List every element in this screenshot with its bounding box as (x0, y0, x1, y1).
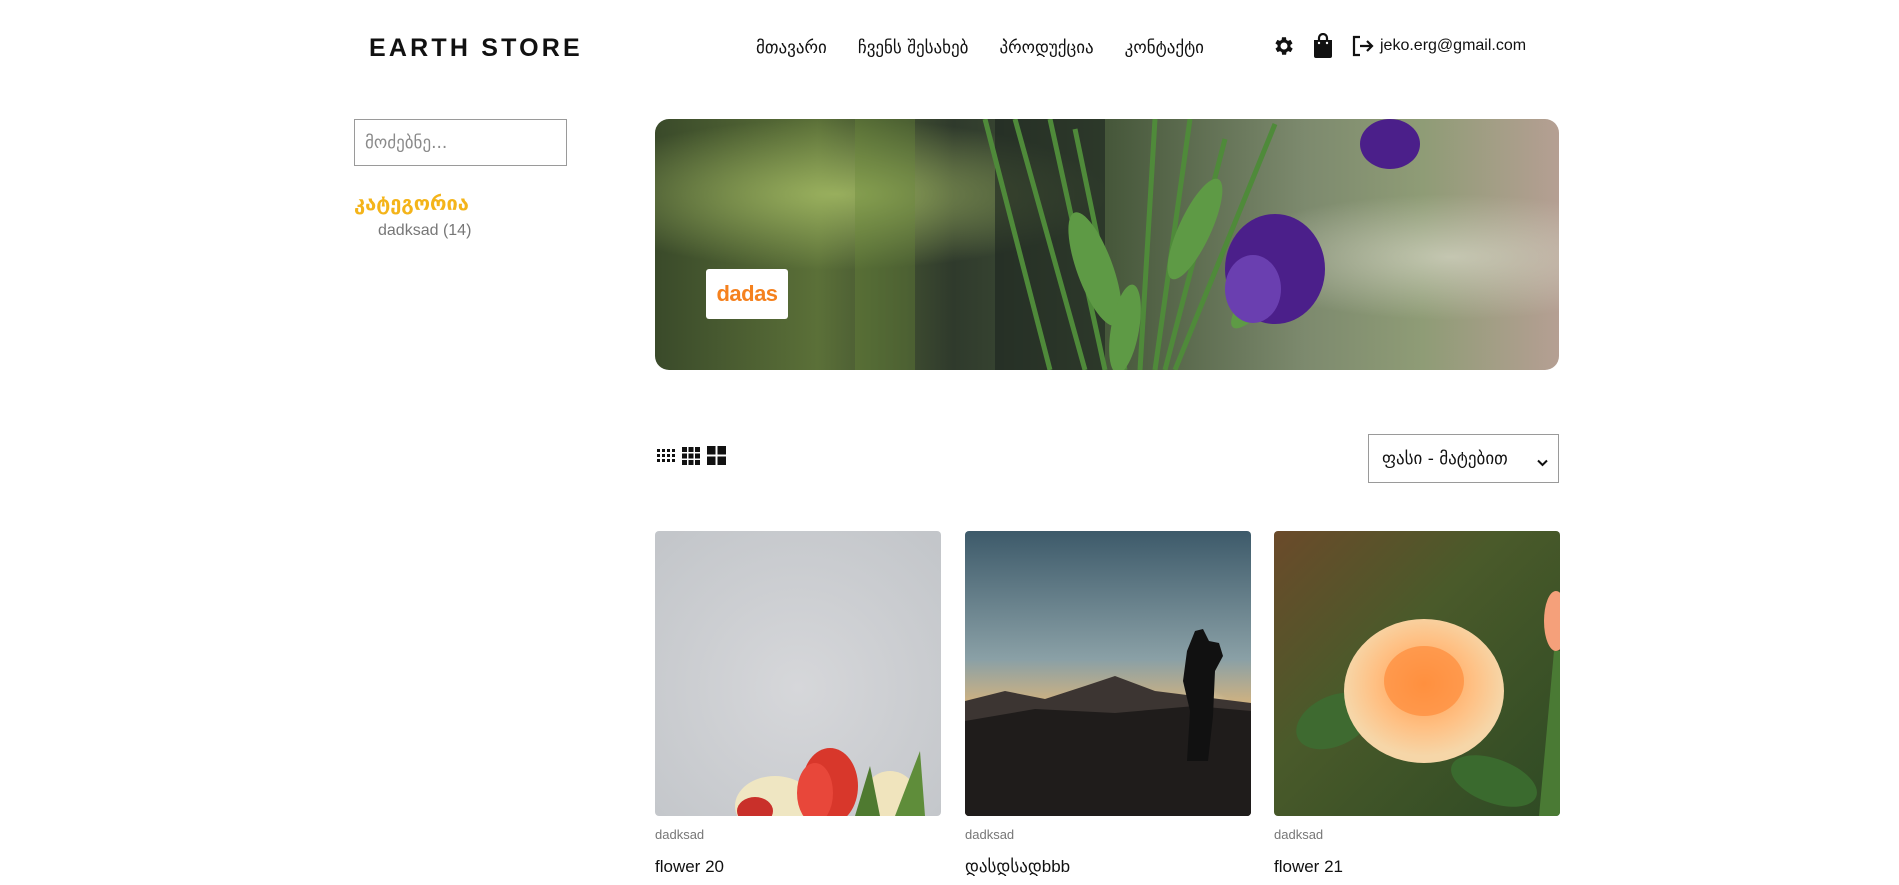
gear-icon[interactable] (1270, 33, 1296, 59)
product-name[interactable]: flower 20 (655, 857, 941, 877)
nav-products[interactable]: პროდუქცია (999, 38, 1093, 58)
product-category: dadksad (1274, 827, 1324, 842)
logout-icon[interactable] (1350, 33, 1376, 59)
search-input[interactable] (354, 119, 567, 166)
product-card[interactable]: dadksad flower 20 (655, 531, 941, 877)
hero-banner: dadas (655, 119, 1559, 370)
user-email[interactable]: jeko.erg@gmail.com (1380, 37, 1526, 55)
sort-select-value: ფასი - მატებით (1382, 448, 1508, 469)
grid-4-icon[interactable] (657, 448, 675, 468)
product-card[interactable]: dadksad დასდსადbbb (965, 531, 1251, 877)
category-title: კატეგორია (354, 191, 469, 215)
nav-home[interactable]: მთავარი (756, 38, 827, 58)
product-image[interactable] (965, 531, 1251, 816)
product-category: dadksad (965, 827, 1015, 842)
nav-about[interactable]: ჩვენს შესახებ (858, 38, 969, 58)
brand-logo[interactable]: EARTH STORE (369, 34, 583, 63)
chevron-down-icon (1537, 452, 1548, 472)
product-name[interactable]: flower 21 (1274, 857, 1560, 877)
main-nav: მთავარი ჩვენს შესახებ პროდუქცია კონტაქტი (756, 38, 1235, 58)
grid-view-toggles (657, 446, 726, 470)
hero-image (655, 119, 1559, 370)
shopping-bag-icon[interactable] (1310, 33, 1336, 59)
grid-2-icon[interactable] (707, 446, 726, 470)
sort-select[interactable]: ფასი - მატებით (1368, 434, 1559, 483)
hero-badge[interactable]: dadas (706, 269, 788, 319)
nav-contact[interactable]: კონტაქტი (1125, 38, 1204, 58)
header-icons (1270, 33, 1390, 59)
category-item[interactable]: dadksad (14) (378, 222, 471, 240)
grid-3-icon[interactable] (682, 446, 700, 470)
product-image[interactable] (655, 531, 941, 816)
product-name[interactable]: დასდსადbbb (965, 857, 1251, 877)
product-card[interactable]: dadksad flower 21 (1274, 531, 1560, 877)
product-image[interactable] (1274, 531, 1560, 816)
product-category: dadksad (655, 827, 705, 842)
